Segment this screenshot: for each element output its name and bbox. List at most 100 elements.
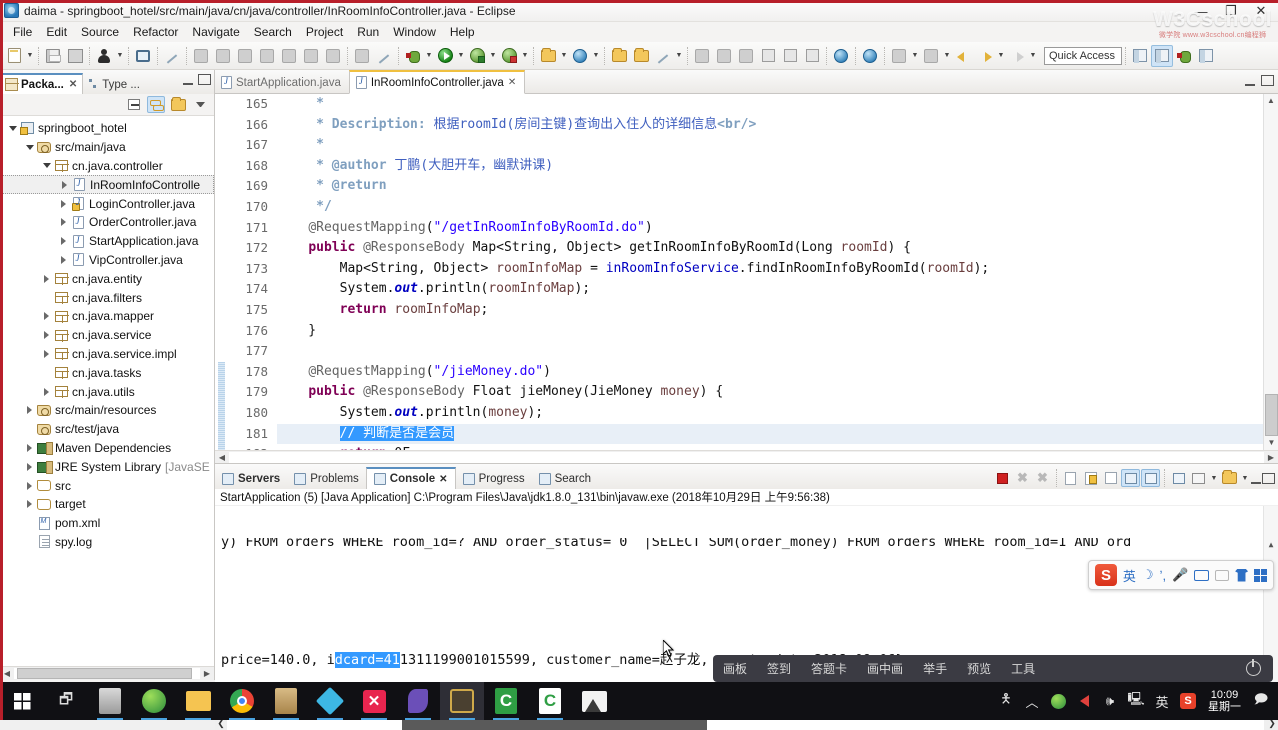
forward-disabled-button[interactable] bbox=[1006, 45, 1028, 67]
console-tab-problems[interactable]: Problems bbox=[287, 469, 366, 489]
console-tab-servers[interactable]: Servers bbox=[215, 469, 287, 489]
new-dropdown-icon[interactable]: ▼ bbox=[25, 45, 35, 67]
ime-skin-icon[interactable] bbox=[1235, 568, 1249, 582]
classroom-button-7[interactable]: 工具 bbox=[1001, 660, 1045, 677]
ime-keyboard-icon[interactable] bbox=[1194, 569, 1210, 581]
tree-item[interactable]: target bbox=[0, 495, 214, 514]
chevron-right-icon[interactable] bbox=[40, 312, 53, 320]
code-line[interactable]: // 判断是否是会员 bbox=[277, 423, 1278, 445]
next-edit-button[interactable] bbox=[920, 45, 942, 67]
debug-button[interactable] bbox=[402, 45, 424, 67]
close-icon[interactable]: ✕ bbox=[439, 474, 447, 485]
chevron-down-icon[interactable] bbox=[6, 126, 19, 131]
scroll-lock-button[interactable] bbox=[1081, 469, 1100, 487]
open-perspective-icon-button[interactable] bbox=[1129, 45, 1151, 67]
build-button[interactable] bbox=[351, 45, 373, 67]
chevron-right-icon[interactable] bbox=[40, 388, 53, 396]
ime-handwriting-icon[interactable] bbox=[1215, 569, 1230, 581]
scroll-down-icon[interactable]: ▼ bbox=[1264, 436, 1278, 450]
tree-scroll-track[interactable] bbox=[14, 668, 200, 679]
run-external-dropdown-icon[interactable]: ▼ bbox=[488, 45, 498, 67]
taskbar-app-sublime[interactable] bbox=[88, 682, 132, 720]
editor-tab-1[interactable]: StartApplication.java bbox=[215, 72, 349, 93]
chevron-right-icon[interactable] bbox=[57, 200, 70, 208]
focus-on-active-task-button[interactable] bbox=[169, 96, 187, 113]
tree-item[interactable]: OrderController.java bbox=[0, 213, 214, 232]
code-editor[interactable]: 165 166 167 168 169 170 171 172 173 174 175 176 177 1… bbox=[215, 94, 1278, 450]
network-icon[interactable]: 🖳 bbox=[1123, 682, 1149, 720]
chevron-right-icon[interactable] bbox=[57, 218, 70, 226]
chevron-right-icon[interactable] bbox=[40, 275, 53, 283]
clear-console-button[interactable] bbox=[1061, 469, 1080, 487]
menu-item-search[interactable]: Search bbox=[247, 23, 299, 41]
taskbar-app-dolphin[interactable] bbox=[396, 682, 440, 720]
sogou-logo-icon[interactable]: S bbox=[1095, 564, 1117, 586]
menu-item-refactor[interactable]: Refactor bbox=[126, 23, 185, 41]
menu-item-run[interactable]: Run bbox=[350, 23, 386, 41]
step-over-button[interactable] bbox=[300, 45, 322, 67]
close-button[interactable]: ✕ bbox=[1246, 1, 1276, 21]
debug-dropdown-icon[interactable]: ▼ bbox=[424, 45, 434, 67]
code-line[interactable]: @RequestMapping("/getInRoomInfoByRoomId.… bbox=[277, 218, 1278, 239]
taskbar-app-navicat[interactable] bbox=[308, 682, 352, 720]
code-line[interactable]: * bbox=[277, 94, 1278, 115]
step-into-button[interactable] bbox=[278, 45, 300, 67]
ime-language-icon[interactable]: 英 bbox=[1149, 682, 1175, 720]
forward-dropdown-icon[interactable]: ▼ bbox=[996, 45, 1006, 67]
pin-console-button[interactable] bbox=[1169, 469, 1188, 487]
tree-item[interactable]: src bbox=[0, 476, 214, 495]
menu-item-help[interactable]: Help bbox=[443, 23, 482, 41]
taskbar-app-eclipse-1[interactable]: C bbox=[484, 682, 528, 720]
java-perspective-button[interactable] bbox=[1195, 45, 1217, 67]
highlight-dropdown-icon[interactable]: ▼ bbox=[674, 45, 684, 67]
remove-launch-button[interactable]: ✖ bbox=[1013, 469, 1032, 487]
chevron-down-icon[interactable] bbox=[40, 163, 53, 168]
chevron-right-icon[interactable] bbox=[23, 482, 36, 490]
people-icon[interactable]: 🯅 bbox=[993, 682, 1019, 720]
previous-edit-button[interactable] bbox=[888, 45, 910, 67]
tree-scroll-thumb[interactable] bbox=[17, 668, 192, 679]
close-icon[interactable]: ✕ bbox=[508, 77, 516, 88]
remove-all-launches-button[interactable]: ✖ bbox=[1033, 469, 1052, 487]
editor-scroll-left-icon[interactable]: ◀ bbox=[215, 453, 229, 462]
search-type-button[interactable] bbox=[691, 45, 713, 67]
code-line[interactable]: } bbox=[277, 321, 1278, 342]
maximize-button[interactable]: ❐ bbox=[1216, 1, 1246, 21]
task-view-button[interactable]: 🗗 bbox=[44, 682, 88, 720]
editor-scroll-right-icon[interactable]: ▶ bbox=[1264, 453, 1278, 462]
start-button[interactable] bbox=[0, 682, 44, 720]
tree-item[interactable]: cn.java.mapper bbox=[0, 307, 214, 326]
power-icon[interactable] bbox=[1246, 659, 1261, 676]
code-line[interactable]: System.out.println(roomInfoMap); bbox=[277, 279, 1278, 300]
taskbar-app-photos[interactable] bbox=[572, 682, 616, 720]
editor-tab-2[interactable]: InRoomInfoController.java ✕ bbox=[348, 70, 526, 94]
console-tab-progress[interactable]: Progress bbox=[456, 469, 532, 489]
chevron-right-icon[interactable] bbox=[23, 406, 36, 414]
disconnect-button[interactable] bbox=[256, 45, 278, 67]
tree-item[interactable]: src/main/resources bbox=[0, 401, 214, 420]
code-line[interactable]: public @ResponseBody Float jieMoney(JieM… bbox=[277, 382, 1278, 403]
tree-item[interactable]: cn.java.utils bbox=[0, 382, 214, 401]
terminate-button[interactable] bbox=[234, 45, 256, 67]
open-console-button[interactable] bbox=[1220, 469, 1239, 487]
code-line[interactable]: @RequestMapping("/jieMoney.do") bbox=[277, 362, 1278, 383]
new-java-project-button[interactable] bbox=[537, 45, 559, 67]
open-type-button[interactable] bbox=[608, 45, 630, 67]
tree-item[interactable]: cn.java.service.impl bbox=[0, 345, 214, 364]
quick-access-input[interactable]: Quick Access bbox=[1044, 46, 1122, 65]
tree-item[interactable]: src/test/java bbox=[0, 420, 214, 439]
maximize-editor-icon[interactable] bbox=[1261, 75, 1274, 86]
minimize-button[interactable]: — bbox=[1186, 1, 1216, 21]
code-line[interactable]: * @author 丁鹏(大胆开车，幽默讲课) bbox=[277, 156, 1278, 177]
minimize-console-icon[interactable] bbox=[1251, 473, 1261, 484]
editor-vertical-scrollbar[interactable]: ▲ ▼ bbox=[1263, 94, 1278, 450]
run-button[interactable] bbox=[434, 45, 456, 67]
classroom-button-6[interactable]: 预览 bbox=[957, 660, 1001, 677]
collapse-all-button[interactable] bbox=[125, 96, 143, 113]
ime-voice-icon[interactable]: 🎤 bbox=[1172, 567, 1188, 583]
tree-item[interactable]: pom.xml bbox=[0, 514, 214, 533]
chevron-down-icon[interactable] bbox=[23, 145, 36, 150]
suspend-button[interactable] bbox=[212, 45, 234, 67]
classroom-button-1[interactable]: 画板 bbox=[713, 660, 757, 677]
chevron-right-icon[interactable] bbox=[57, 237, 70, 245]
